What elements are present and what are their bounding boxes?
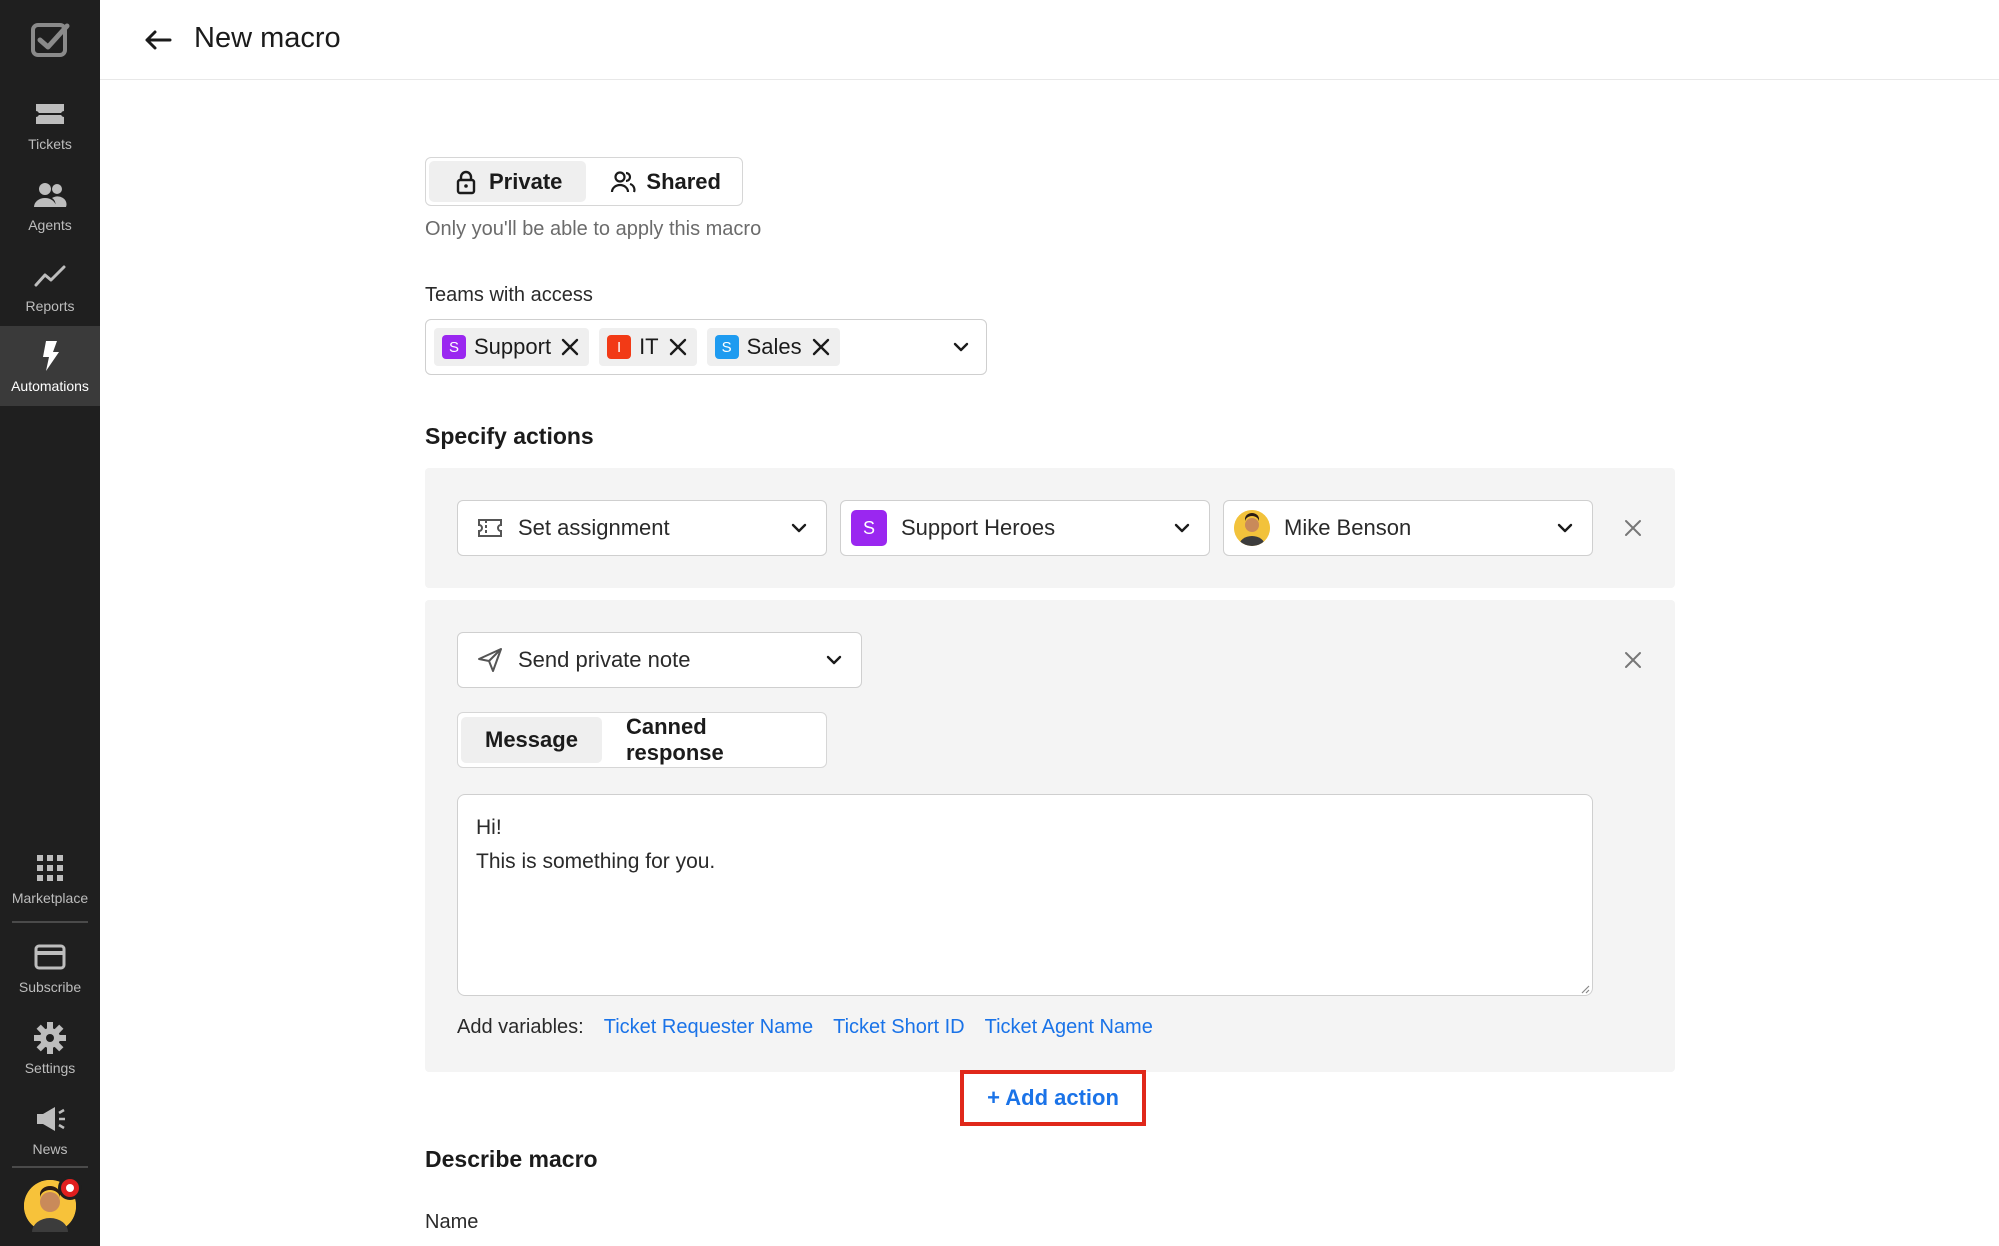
team-badge: S (851, 510, 887, 546)
sidebar-item-subscribe[interactable]: Subscribe (0, 927, 100, 1007)
team-chip-it: I IT (599, 328, 697, 366)
visibility-toggle: Private Shared (425, 157, 743, 206)
shared-label: Shared (646, 168, 721, 194)
shared-option[interactable]: Shared (586, 161, 745, 202)
sidebar-item-label: Reports (25, 298, 75, 314)
users-icon (611, 170, 636, 192)
sidebar-item-settings[interactable]: Settings (0, 1008, 100, 1088)
ticket-icon (478, 519, 502, 537)
team-chip-label: Support (474, 334, 552, 359)
remove-chip-icon[interactable] (810, 336, 832, 358)
message-textarea[interactable] (457, 794, 1593, 996)
team-chip-sales: S Sales (706, 328, 840, 366)
sidebar-item-label: Tickets (28, 136, 72, 152)
note-source-tabs: Message Canned response (457, 712, 827, 768)
variable-ticket-requester-name[interactable]: Ticket Requester Name (604, 1016, 813, 1039)
variables-row: Add variables: Ticket Requester Name Tic… (457, 1016, 1153, 1039)
name-label: Name (425, 1211, 479, 1233)
sidebar-item-label: News (32, 1141, 68, 1157)
bolt-icon (43, 341, 59, 371)
page-title: New macro (194, 22, 341, 54)
action-type-value: Set assignment (518, 515, 670, 540)
megaphone-icon (37, 1107, 65, 1131)
team-select[interactable]: S Support Heroes (840, 500, 1210, 556)
sidebar-item-automations[interactable]: Automations (0, 326, 100, 406)
private-label: Private (489, 168, 563, 194)
team-chip-support: S Support (434, 328, 590, 366)
sidebar-item-label: Agents (28, 217, 72, 233)
sidebar-item-label: Subscribe (18, 979, 82, 995)
resize-handle-icon[interactable] (1580, 984, 1590, 994)
team-badge: I (607, 335, 632, 359)
action-type-value: Send private note (518, 647, 691, 672)
team-chip-label: IT (639, 334, 659, 359)
back-arrow-icon[interactable] (140, 22, 176, 58)
visibility-hint: Only you'll be able to apply this macro (425, 218, 762, 240)
grid-icon (37, 855, 63, 881)
sidebar: Tickets Agents Reports Automations Marke… (0, 0, 100, 1246)
sidebar-item-news[interactable]: News (0, 1089, 100, 1169)
team-badge: S (714, 335, 739, 359)
sidebar-item-agents[interactable]: Agents (0, 165, 100, 245)
card-icon (34, 944, 66, 970)
remove-chip-icon[interactable] (667, 336, 689, 358)
user-avatar[interactable] (24, 1176, 82, 1232)
chevron-down-icon (1174, 523, 1190, 533)
add-action-button[interactable]: + Add action (960, 1070, 1146, 1126)
agents-icon (34, 183, 67, 207)
close-icon[interactable] (1621, 516, 1645, 540)
sidebar-item-label: Marketplace (11, 890, 89, 906)
sidebar-item-reports[interactable]: Reports (0, 246, 100, 326)
action-type-select[interactable]: Set assignment (457, 500, 827, 556)
app-logo-icon[interactable] (30, 20, 70, 60)
reports-icon (34, 265, 66, 287)
close-icon[interactable] (1621, 648, 1645, 672)
variable-ticket-short-id[interactable]: Ticket Short ID (833, 1016, 965, 1039)
sidebar-item-tickets[interactable]: Tickets (0, 84, 100, 164)
variable-ticket-agent-name[interactable]: Ticket Agent Name (985, 1016, 1153, 1039)
sidebar-item-marketplace[interactable]: Marketplace (0, 838, 100, 918)
teams-select[interactable]: S Support I IT S Sales (425, 319, 987, 375)
action-card-assignment: Set assignment S Support Heroes Mike Ben… (425, 468, 1675, 588)
team-value: Support Heroes (901, 515, 1056, 540)
chevron-down-icon (826, 655, 842, 665)
sidebar-divider (12, 1166, 88, 1168)
teams-label: Teams with access (425, 284, 593, 306)
chevron-down-icon[interactable] (950, 336, 972, 358)
sidebar-item-label: Automations (11, 378, 89, 394)
team-chip-label: Sales (746, 334, 802, 359)
agent-avatar (1234, 510, 1270, 546)
action-type-select[interactable]: Send private note (457, 632, 862, 688)
agent-select[interactable]: Mike Benson (1223, 500, 1593, 556)
private-option[interactable]: Private (429, 161, 587, 202)
remove-chip-icon[interactable] (559, 336, 581, 358)
action-card-private-note: Send private note Message Canned respons… (425, 600, 1675, 1072)
variables-label: Add variables: (457, 1016, 584, 1038)
team-badge: S (442, 335, 466, 359)
describe-macro-title: Describe macro (425, 1146, 598, 1172)
chevron-down-icon (791, 523, 807, 533)
ticket-icon (36, 104, 64, 124)
sidebar-item-label: Settings (24, 1060, 76, 1076)
page-header: New macro (100, 0, 1999, 80)
gear-icon (34, 1022, 66, 1054)
tab-canned-response[interactable]: Canned response (602, 714, 823, 765)
lock-icon (456, 170, 476, 194)
sidebar-divider (12, 921, 88, 923)
tab-message[interactable]: Message (461, 717, 602, 763)
specify-actions-title: Specify actions (425, 423, 594, 449)
chevron-down-icon (1557, 523, 1573, 533)
notification-dot-icon (58, 1176, 82, 1200)
agent-value: Mike Benson (1284, 515, 1412, 540)
send-icon (478, 648, 502, 672)
